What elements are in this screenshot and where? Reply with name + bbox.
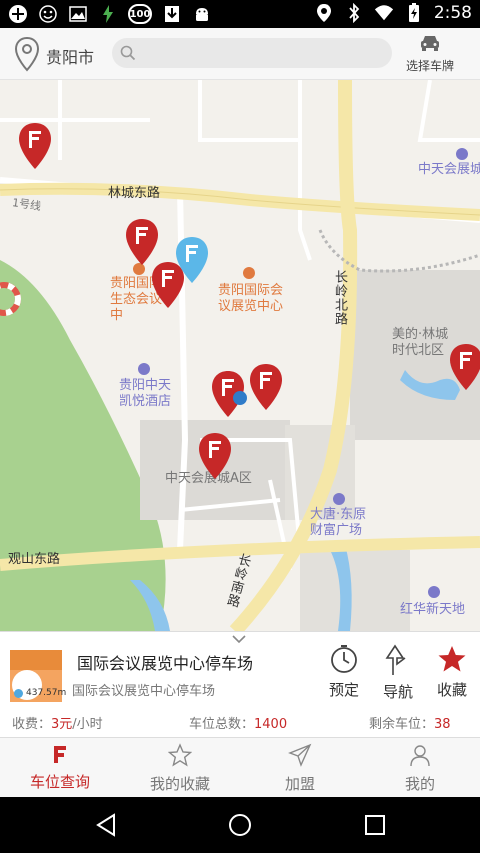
car-icon xyxy=(419,36,441,56)
poi-hongyun: 红华新天地 xyxy=(400,602,466,617)
tab-label: 车位查询 xyxy=(29,773,90,791)
plus-circle-icon xyxy=(8,4,28,24)
download-icon xyxy=(162,4,182,24)
city-selector[interactable]: 贵阳市 xyxy=(14,36,94,76)
road-label-linchengdong: 林城东路 xyxy=(108,186,161,201)
home-icon[interactable] xyxy=(226,811,254,839)
total-stat: 车位总数：1400 xyxy=(189,713,287,732)
distance-dot-icon xyxy=(14,688,23,698)
tab-label: 我的收藏 xyxy=(149,775,210,793)
parking-info-panel[interactable]: 437.57m 国际会议展览中心停车场 国际会议展览中心停车场 预定 导航 收藏… xyxy=(0,631,480,737)
lifebuoy-icon xyxy=(0,282,21,316)
reserve-button[interactable]: 预定 xyxy=(319,644,369,700)
parking-pin-icon[interactable] xyxy=(249,363,283,411)
parking-p-icon xyxy=(49,746,71,769)
fee-stat: 收费：3元/小时 xyxy=(12,713,103,732)
map-view[interactable]: 林城东路 1号线 长岭北路 观山东路 长岭南路 贵阳国际生态会议中 贵阳国际会议… xyxy=(0,80,480,631)
bolt-icon xyxy=(98,4,118,24)
tab-parking-search[interactable]: 车位查询 xyxy=(0,743,120,792)
fee-unit: /小时 xyxy=(72,717,103,732)
poi-datang: 大唐·东原财富广场 xyxy=(310,507,367,538)
total-label: 车位总数： xyxy=(189,717,255,732)
road-label-guanshandong: 观山东路 xyxy=(8,552,61,567)
favorite-button[interactable]: 收藏 xyxy=(427,644,477,700)
tab-label: 加盟 xyxy=(284,775,315,793)
android-icon xyxy=(192,4,212,24)
location-icon xyxy=(314,3,334,23)
city-name: 贵阳市 xyxy=(46,48,95,67)
hotel-icon xyxy=(138,363,150,375)
tab-join[interactable]: 加盟 xyxy=(240,743,360,794)
parking-pin-icon[interactable] xyxy=(18,122,52,170)
tab-favorites[interactable]: 我的收藏 xyxy=(120,743,240,794)
poi-marker-icon xyxy=(428,586,440,598)
parking-stats: 收费：3元/小时 车位总数：1400 剩余车位：38 xyxy=(0,710,480,732)
poi-zhongtian-top: 中天会展城 xyxy=(418,162,480,177)
navigate-label: 导航 xyxy=(382,683,413,701)
star-outline-icon xyxy=(167,743,193,771)
selected-parking-pin-icon[interactable] xyxy=(175,236,209,284)
back-icon[interactable] xyxy=(92,811,120,839)
bluetooth-icon xyxy=(344,3,364,23)
reserve-label: 预定 xyxy=(328,681,359,699)
navigate-button[interactable]: 导航 xyxy=(373,644,423,702)
current-location-icon xyxy=(233,391,247,405)
remain-value: 38 xyxy=(434,717,451,732)
status-bar-right: 2:58 xyxy=(314,3,472,23)
chevron-down-icon[interactable] xyxy=(231,632,247,648)
system-nav-bar xyxy=(0,797,480,853)
tab-label: 我的 xyxy=(404,775,435,793)
app-header: 贵阳市 选择车牌 xyxy=(0,28,480,80)
select-plate-label: 选择车牌 xyxy=(405,59,454,73)
parking-name: 国际会议展览中心停车场 xyxy=(77,654,254,673)
remain-label: 剩余车位： xyxy=(369,717,435,732)
poi-marker-icon xyxy=(243,267,255,279)
search-input[interactable] xyxy=(112,38,392,68)
poi-hotel: 贵阳中天凯悦酒店 xyxy=(119,378,172,409)
bottom-tab-bar: 车位查询 我的收藏 加盟 我的 xyxy=(0,737,480,797)
search-box[interactable] xyxy=(112,38,392,68)
building-block xyxy=(300,550,410,631)
parking-pin-icon[interactable] xyxy=(198,432,232,480)
smiley-icon xyxy=(38,4,58,24)
star-filled-icon xyxy=(437,646,467,678)
poi-marker-icon xyxy=(333,493,345,505)
road-label-changlingbei: 长岭北路 xyxy=(332,270,347,326)
total-value: 1400 xyxy=(254,717,288,732)
recents-icon[interactable] xyxy=(361,811,389,839)
user-icon xyxy=(408,745,432,771)
favorite-label: 收藏 xyxy=(436,681,467,699)
poi-meide: 美的·林城时代北区 xyxy=(392,327,449,358)
distance: 437.57m xyxy=(14,688,66,698)
navigation-arrow-icon xyxy=(383,644,413,680)
send-icon xyxy=(288,743,312,771)
location-pin-icon xyxy=(14,36,40,76)
parking-address: 国际会议展览中心停车场 xyxy=(72,684,216,699)
remain-stat: 剩余车位：38 xyxy=(369,713,451,732)
fee-value: 3元 xyxy=(51,717,73,732)
distance-value: 437.57m xyxy=(26,688,67,698)
tab-profile[interactable]: 我的 xyxy=(360,743,480,794)
image-icon xyxy=(68,4,88,24)
timer-icon xyxy=(329,645,359,678)
poi-intl-conference: 贵阳国际会议展览中心 xyxy=(218,283,284,314)
fee-label: 收费： xyxy=(12,717,52,732)
select-plate-button[interactable]: 选择车牌 xyxy=(400,34,460,74)
wifi-icon xyxy=(374,3,394,23)
status-bar-left: 100 xyxy=(8,4,212,24)
badge-100-icon: 100 xyxy=(128,4,152,24)
status-bar: 100 2:58 xyxy=(0,0,480,28)
poi-marker-icon xyxy=(456,148,468,160)
battery-icon xyxy=(404,3,424,23)
search-icon xyxy=(120,45,136,65)
parking-pin-icon[interactable] xyxy=(449,343,480,391)
clock: 2:58 xyxy=(433,3,472,23)
parking-pin-icon[interactable] xyxy=(125,218,159,266)
